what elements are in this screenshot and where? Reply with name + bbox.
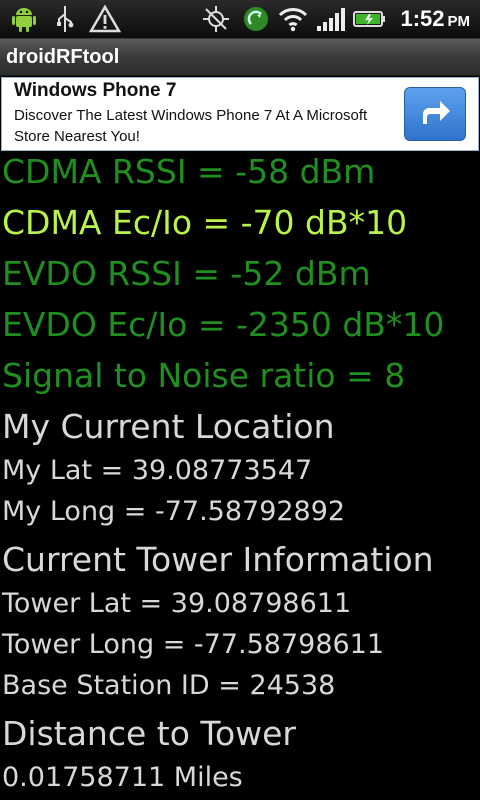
sync-icon: [240, 4, 272, 34]
ad-body: Discover The Latest Windows Phone 7 At A…: [14, 107, 368, 145]
ad-action-button[interactable]: [404, 87, 466, 141]
battery-icon: [352, 4, 388, 34]
clock-ampm: PM: [447, 13, 471, 30]
app-title-bar: droidRFtool: [0, 39, 480, 76]
distance-value: 0.01758711 Miles: [2, 762, 243, 793]
distance-heading: Distance to Tower: [2, 714, 297, 753]
usb-icon: [52, 4, 78, 34]
status-clock: 1:52 PM: [400, 0, 470, 38]
ad-title: Windows Phone 7: [14, 80, 177, 101]
tower-lat: Tower Lat = 39.08798611: [2, 588, 352, 619]
my-long: My Long = -77.58792892: [2, 496, 346, 527]
evdo-ecio-reading: EVDO Ec/Io = -2350 dB*10: [2, 305, 445, 344]
ad-banner[interactable]: Windows Phone 7 Discover The Latest Wind…: [1, 77, 479, 151]
warning-icon: [88, 4, 122, 34]
tower-heading: Current Tower Information: [2, 540, 434, 579]
tower-long: Tower Long = -77.58798611: [2, 629, 385, 660]
base-station-id: Base Station ID = 24538: [2, 670, 336, 701]
cdma-rssi-reading: CDMA RSSI = -58 dBm: [2, 152, 376, 191]
gps-icon: [200, 4, 232, 34]
my-lat: My Lat = 39.08773547: [2, 455, 313, 486]
app-title: droidRFtool: [6, 46, 120, 68]
android-icon: [6, 4, 42, 34]
snr-reading: Signal to Noise ratio = 8: [2, 356, 406, 395]
wifi-icon: [276, 4, 310, 34]
clock-time: 1:52: [400, 6, 445, 31]
location-heading: My Current Location: [2, 407, 335, 446]
evdo-rssi-reading: EVDO RSSI = -52 dBm: [2, 254, 371, 293]
share-arrow-icon: [418, 98, 452, 130]
signal-icon: [314, 4, 348, 34]
cdma-ecio-reading: CDMA Ec/Io = -70 dB*10: [2, 203, 408, 242]
status-bar: 1:52 PM: [0, 0, 480, 39]
